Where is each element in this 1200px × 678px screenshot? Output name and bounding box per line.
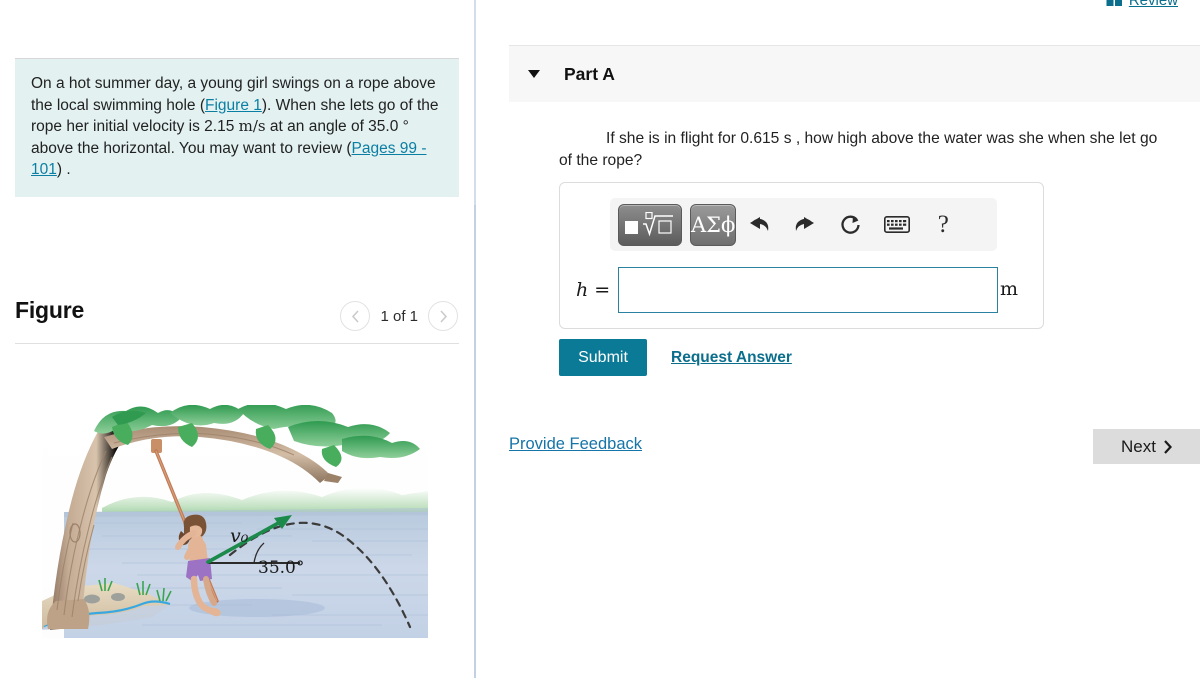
problem-text-4: above the horizontal. You may want to re… [31,139,352,157]
figure-illustration: v₀ 35.0° [42,405,428,638]
figure-prev-button[interactable] [340,301,371,331]
velocity-label: v₀ [230,525,249,547]
answer-row: h = [560,255,1045,325]
answer-entry-box: ΑΣϕ ? h = [559,182,1044,329]
swing-scene-svg: v₀ 35.0° [42,405,428,638]
equals-sign: = [594,279,611,301]
next-label: Next [1121,436,1156,456]
reset-button[interactable] [828,204,874,246]
math-toolbar: ΑΣϕ ? [610,198,997,251]
help-button[interactable]: ? [920,204,966,246]
figure-title: Figure [15,297,85,323]
greek-symbols-button[interactable]: ΑΣϕ [690,203,737,246]
undo-button[interactable] [736,204,782,246]
rock [84,594,100,604]
chevron-right-icon [439,309,447,323]
math-template-button[interactable] [618,203,682,246]
variable-h: h [576,279,589,301]
answer-input[interactable] [618,267,999,313]
page-root: On a hot summer day, a young girl swings… [0,0,1200,678]
left-panel: On a hot summer day, a young girl swings… [0,0,475,678]
greek-symbols-label: ΑΣϕ [691,212,736,237]
problem-text-3: at an angle of 35.0 [265,118,403,135]
review-label: Review [1128,0,1178,9]
figure-next-button[interactable] [428,301,458,331]
square-and-nth-root-icon [625,211,673,236]
part-a-question: If she is in flight for 0.615 s , how hi… [559,130,1158,169]
answer-unit-label: m [1000,278,1019,300]
problem-text-5: ) . [56,161,71,178]
redo-button[interactable] [782,204,828,246]
next-button[interactable]: Next [1093,429,1200,464]
chevron-right-icon [1164,439,1172,454]
rock [111,593,125,601]
figure-pager: 1 of 1 [340,301,458,331]
velocity-unit: m/s [238,117,266,135]
degree-symbol: ° [402,118,409,135]
request-answer-link[interactable]: Request Answer [671,349,792,367]
keyboard-button[interactable] [874,204,920,246]
right-panel: Review Part A If she is in flight for 0.… [476,0,1200,678]
submit-button[interactable]: Submit [559,339,647,376]
provide-feedback-link[interactable]: Provide Feedback [509,435,642,454]
reset-circular-arrow-icon [841,215,860,234]
answer-variable-label: h = [576,279,610,301]
keyboard-icon [884,216,911,233]
part-a-header[interactable]: Part A [509,45,1200,102]
caret-down-icon[interactable] [528,70,540,78]
chevron-left-icon [351,309,359,323]
undo-icon [750,216,769,231]
figure-1-link[interactable]: Figure 1 [205,97,262,114]
problem-statement: On a hot summer day, a young girl swings… [15,58,459,197]
angle-label: 35.0° [258,558,304,578]
book-icon [1106,0,1122,6]
figure-count: 1 of 1 [380,307,418,325]
figure-header: Figure 1 of 1 [15,297,459,344]
review-link[interactable]: Review [1106,0,1178,9]
redo-icon [796,216,815,231]
part-a-title: Part A [564,63,615,84]
